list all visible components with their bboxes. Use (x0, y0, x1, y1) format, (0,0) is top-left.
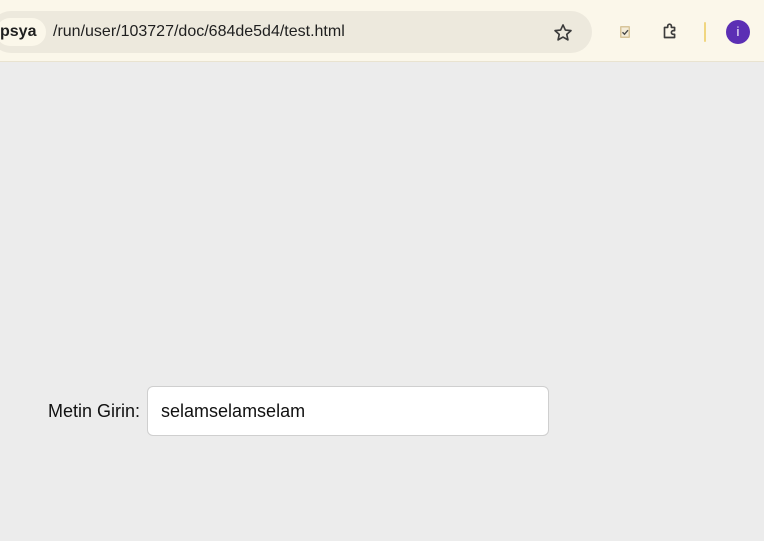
toolbar-divider (704, 22, 706, 42)
browser-toolbar: psya /run/user/103727/doc/684de5d4/test.… (0, 0, 764, 62)
text-input[interactable] (147, 386, 550, 436)
puzzle-icon[interactable] (659, 21, 681, 43)
site-info-chip[interactable]: psya (0, 18, 47, 46)
text-entry-row: Metin Girin: (48, 386, 550, 436)
url-text[interactable]: /run/user/103727/doc/684de5d4/test.html (53, 22, 345, 42)
text-input-label: Metin Girin: (48, 400, 141, 421)
star-icon[interactable] (552, 22, 574, 44)
extension-icon[interactable] (617, 24, 633, 40)
profile-avatar[interactable]: i (726, 20, 750, 44)
